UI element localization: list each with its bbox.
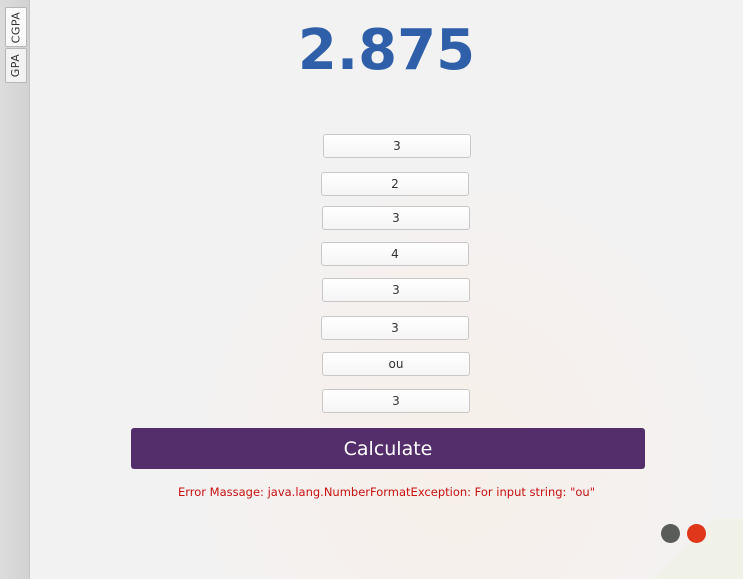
grade-input-7[interactable] bbox=[322, 352, 470, 376]
tab-cgpa[interactable]: CGPA bbox=[5, 7, 27, 47]
grade-input-4[interactable] bbox=[321, 242, 469, 266]
grade-input-5[interactable] bbox=[322, 278, 470, 302]
sidebar: CGPA GPA bbox=[0, 0, 30, 579]
grade-input-3[interactable] bbox=[322, 206, 470, 230]
grade-input-6[interactable] bbox=[321, 316, 469, 340]
red-dot-icon bbox=[687, 524, 706, 543]
calculate-button[interactable]: Calculate bbox=[131, 428, 645, 469]
gray-dot-icon bbox=[661, 524, 680, 543]
grade-input-8[interactable] bbox=[322, 389, 470, 413]
result-value: 2.875 bbox=[297, 18, 476, 83]
main-panel: 2.875 Calculate Error Massage: java.lang… bbox=[30, 0, 743, 579]
tab-cgpa-label: CGPA bbox=[9, 11, 23, 43]
error-message: Error Massage: java.lang.NumberFormatExc… bbox=[178, 485, 595, 499]
tab-gpa[interactable]: GPA bbox=[5, 48, 27, 83]
grade-input-1[interactable] bbox=[323, 134, 471, 158]
tab-gpa-label: GPA bbox=[9, 53, 23, 78]
grade-input-2[interactable] bbox=[321, 172, 469, 196]
